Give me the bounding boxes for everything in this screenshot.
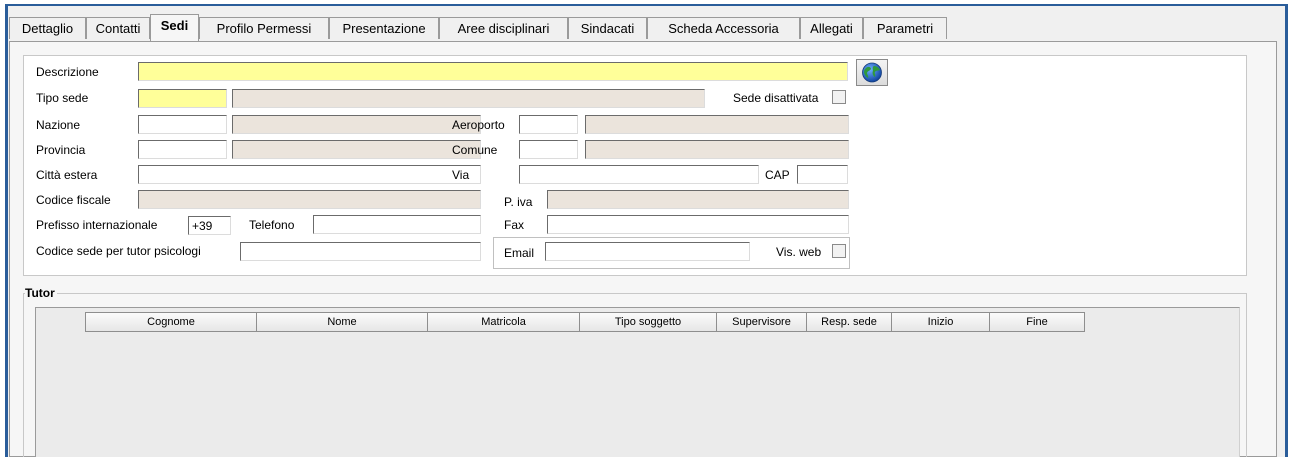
codice-tutor-input[interactable] [240,242,481,261]
tab-scheda-accessoria[interactable]: Scheda Accessoria [647,17,800,39]
tipo-sede-desc-field [232,89,705,108]
tutor-title: Tutor [25,286,57,300]
provincia-desc-field [232,140,481,159]
prefisso-input[interactable] [188,216,231,235]
column-header-cognome[interactable]: Cognome [85,312,257,332]
column-header-inizio[interactable]: Inizio [891,312,990,332]
aeroporto-code-input[interactable] [519,115,578,134]
sede-disattivata-label: Sede disattivata [733,91,819,105]
provincia-code-input[interactable] [138,140,227,159]
tab-contatti[interactable]: Contatti [86,17,150,39]
tipo-sede-label: Tipo sede [36,91,89,105]
column-header-resp-sede[interactable]: Resp. sede [806,312,892,332]
piva-label: P. iva [504,195,533,209]
comune-desc-field [585,140,849,159]
codice-fiscale-label: Codice fiscale [36,193,111,207]
tab-allegati[interactable]: Allegati [800,17,863,39]
sede-disattivata-checkbox[interactable] [832,90,846,104]
column-header-matricola[interactable]: Matricola [427,312,580,332]
via-label: Via [452,168,470,182]
aeroporto-label: Aeroporto [452,118,505,132]
fax-label: Fax [504,218,525,232]
aeroporto-desc-field [585,115,849,134]
tab-sindacati[interactable]: Sindacati [568,17,647,39]
column-header-tipo-soggetto[interactable]: Tipo soggetto [579,312,717,332]
fax-input[interactable] [547,215,849,234]
tab-profilo-permessi[interactable]: Profilo Permessi [199,17,329,39]
codice-fiscale-field [138,190,481,209]
telefono-label: Telefono [249,218,295,232]
column-header-supervisore[interactable]: Supervisore [716,312,807,332]
vis-web-checkbox[interactable] [832,244,846,258]
email-label: Email [504,246,535,260]
tab-dettaglio[interactable]: Dettaglio [9,17,86,39]
tipo-sede-code-input[interactable] [138,89,227,108]
comune-label: Comune [452,143,498,157]
citta-estera-input[interactable] [138,165,481,184]
descrizione-input[interactable] [138,62,848,81]
cap-input[interactable] [797,165,848,184]
tab-parametri[interactable]: Parametri [863,17,947,39]
prefisso-label: Prefisso internazionale [36,218,158,232]
nazione-code-input[interactable] [138,115,227,134]
telefono-input[interactable] [313,215,481,234]
provincia-label: Provincia [36,143,86,157]
via-input[interactable] [519,165,759,184]
descrizione-label: Descrizione [36,65,99,79]
email-input[interactable] [545,242,750,261]
cap-label: CAP [765,168,790,182]
column-header-nome[interactable]: Nome [256,312,428,332]
citta-estera-label: Città estera [36,168,98,182]
piva-field [547,190,849,209]
codice-tutor-label: Codice sede per tutor psicologi [36,244,201,258]
vis-web-label: Vis. web [776,245,822,259]
tab-presentazione[interactable]: Presentazione [329,17,439,39]
globe-icon [862,62,882,83]
comune-code-input[interactable] [519,140,578,159]
tab-aree-disciplinari[interactable]: Aree disciplinari [439,17,568,39]
tab-sedi[interactable]: Sedi [150,14,199,41]
nazione-label: Nazione [36,118,81,132]
column-header-fine[interactable]: Fine [989,312,1085,332]
nazione-desc-field [232,115,481,134]
globe-button[interactable] [856,59,888,86]
